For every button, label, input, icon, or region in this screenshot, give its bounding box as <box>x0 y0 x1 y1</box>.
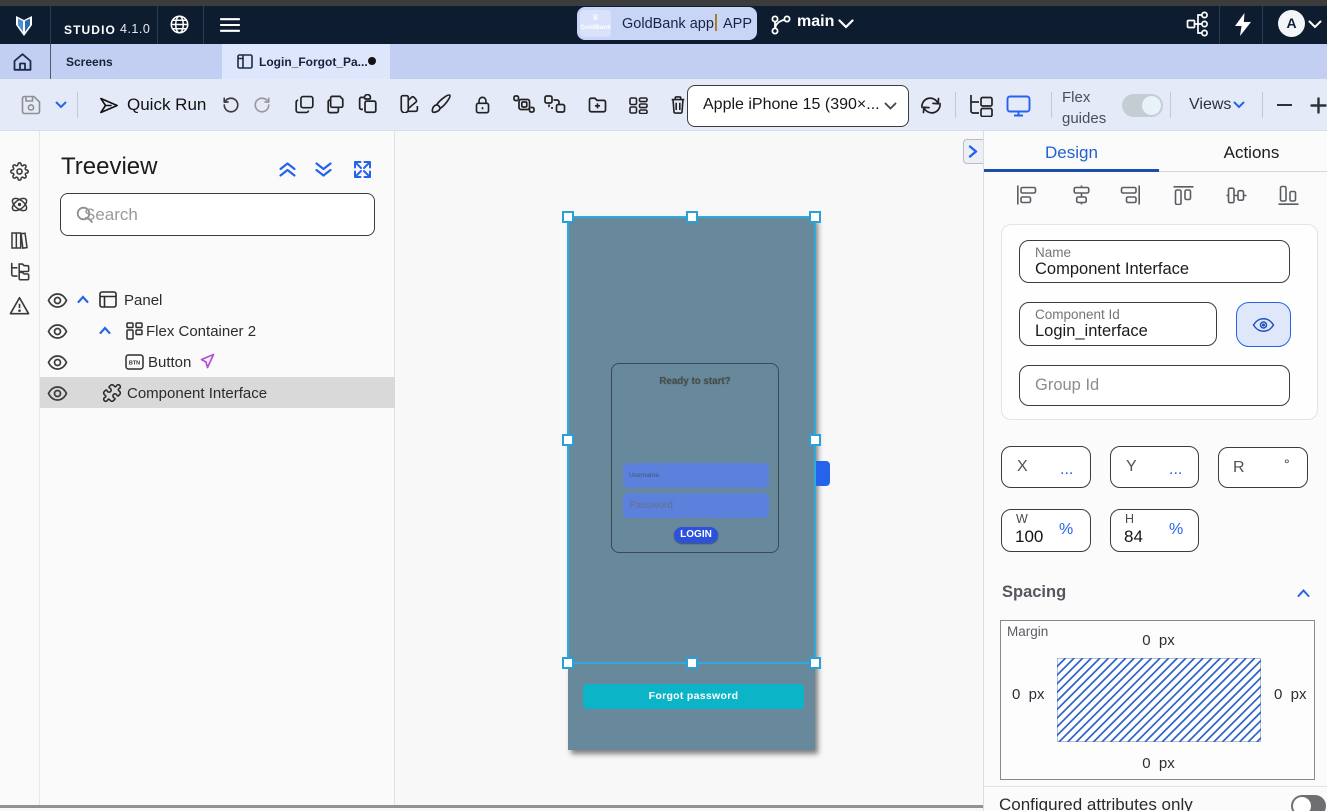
svg-text:BTN: BTN <box>129 361 140 367</box>
